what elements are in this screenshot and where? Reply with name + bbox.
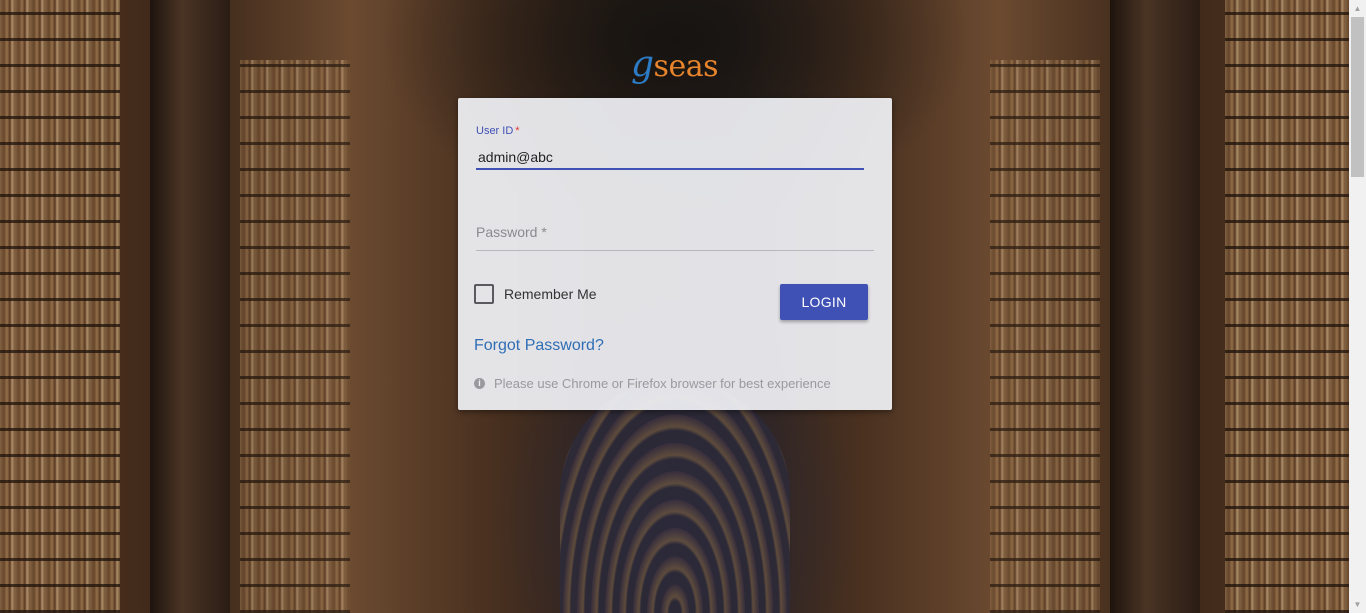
userid-label: User ID *: [476, 125, 520, 137]
logo-text: seas: [653, 49, 719, 84]
background-vault-ceiling: [560, 380, 790, 613]
background-bookshelf-left-inner: [240, 60, 350, 613]
browser-notice-text: Please use Chrome or Firefox browser for…: [494, 376, 831, 391]
background-column-right: [1110, 0, 1200, 613]
password-field[interactable]: Password *: [476, 220, 874, 251]
userid-label-text: User ID: [476, 125, 514, 137]
browser-notice: i Please use Chrome or Firefox browser f…: [474, 376, 831, 391]
userid-required-marker: *: [515, 125, 520, 137]
background-bookshelf-right: [1225, 0, 1349, 613]
scrollbar-thumb[interactable]: [1351, 17, 1364, 177]
info-icon: i: [474, 378, 485, 389]
remember-me-label[interactable]: Remember Me: [504, 286, 597, 302]
logo-g: g: [631, 44, 654, 85]
background-bookshelf-left: [0, 0, 120, 613]
gseas-logo: gseas: [0, 44, 1349, 85]
userid-input[interactable]: [476, 146, 864, 170]
login-card: User ID* Password * Remember Me LOGIN Fo…: [458, 98, 892, 410]
forgot-password-link[interactable]: Forgot Password?: [474, 337, 604, 355]
page-scrollbar[interactable]: ▲ ▼: [1349, 0, 1366, 613]
background-column-left: [150, 0, 230, 613]
password-label: Password *: [476, 224, 547, 240]
login-button[interactable]: LOGIN: [780, 284, 868, 320]
background-bookshelf-right-inner: [990, 60, 1100, 613]
remember-me-checkbox[interactable]: [474, 284, 494, 304]
remember-me-row[interactable]: Remember Me: [474, 284, 597, 304]
scroll-down-arrow-icon[interactable]: ▼: [1349, 596, 1366, 613]
scroll-up-arrow-icon[interactable]: ▲: [1349, 0, 1366, 17]
